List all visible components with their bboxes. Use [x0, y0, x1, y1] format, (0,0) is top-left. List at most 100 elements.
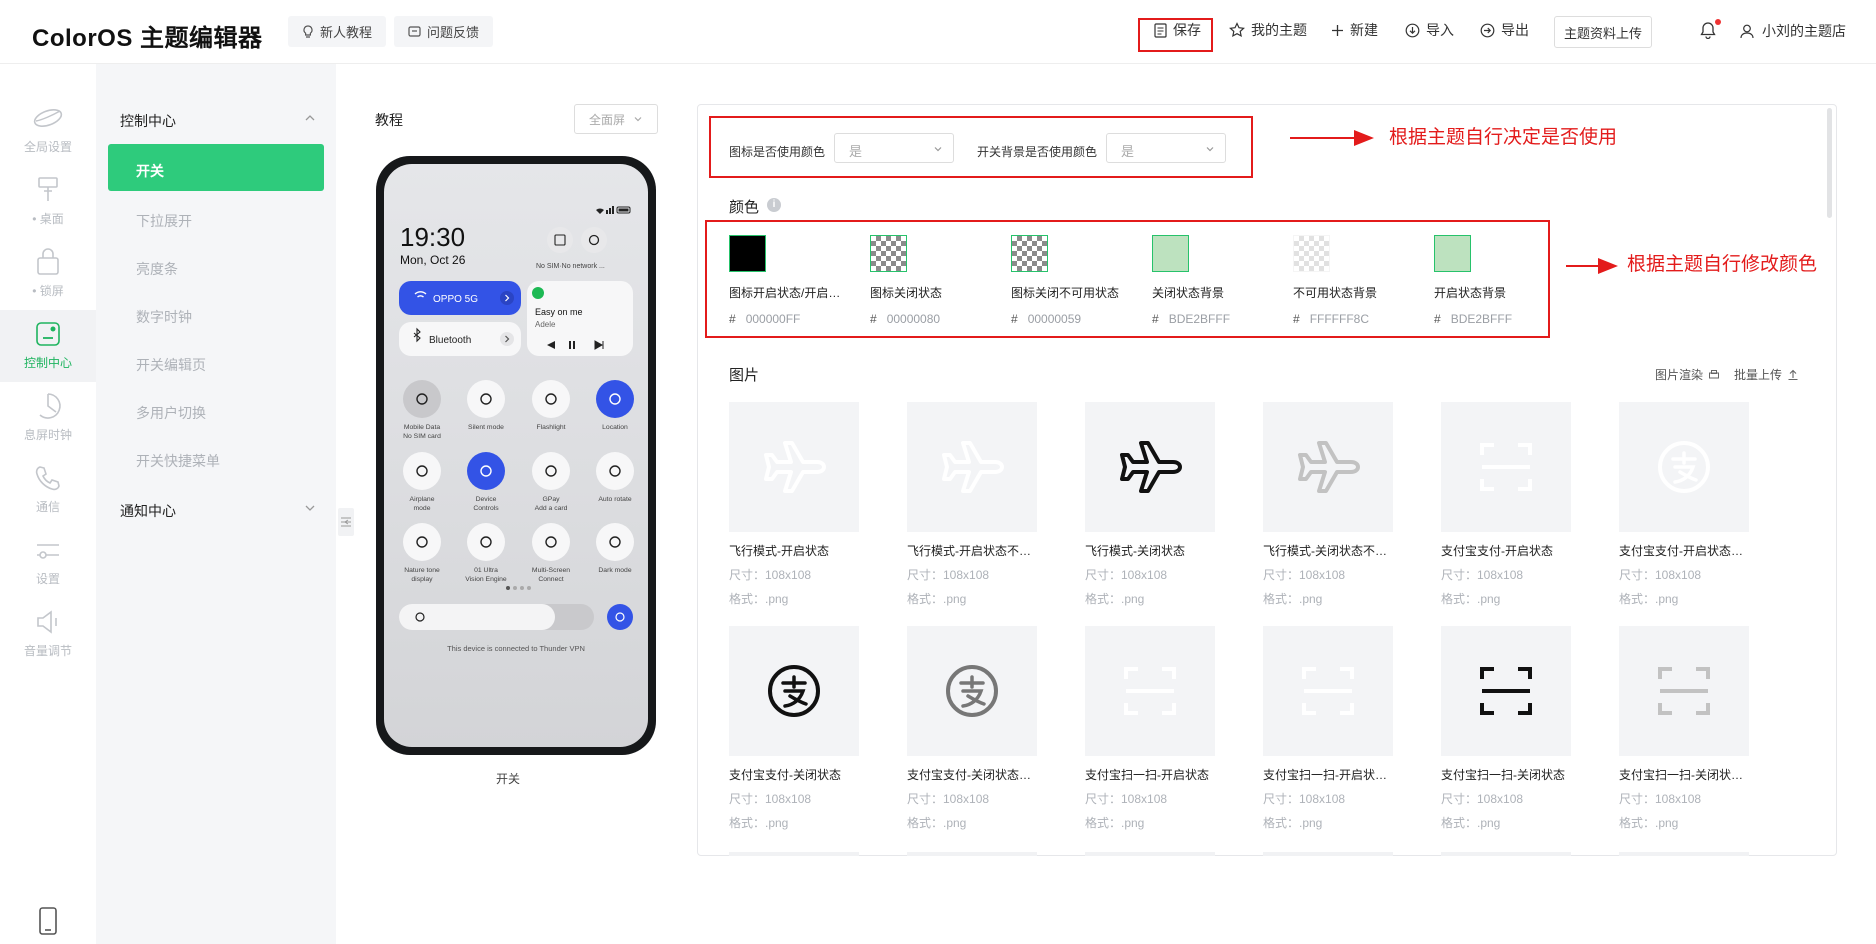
new-button[interactable]: 新建 [1331, 20, 1378, 40]
image-thumbnail[interactable] [729, 402, 859, 532]
image-card[interactable]: 支付宝支付-关闭状态不可用尺寸：108x108 格式：.png [907, 626, 1037, 831]
color-item[interactable]: 关闭状态背景 # BDE2BFFF [1152, 235, 1282, 326]
status-icons [596, 206, 631, 214]
upload-materials-button[interactable]: 主题资料上传 [1554, 16, 1652, 48]
image-card[interactable]: 支付宝扫一扫-开启状态 尺寸：108x108 格式：.png [1085, 626, 1215, 831]
bg-color-select[interactable]: 是 [1106, 133, 1226, 163]
rail-item-volume[interactable]: 音量调节 [0, 598, 96, 670]
image-card[interactable]: 飞行模式-关闭状态不可用 尺寸：108x108 格式：.png [1263, 402, 1393, 607]
image-thumbnail[interactable] [729, 626, 859, 756]
image-card[interactable]: 飞行模式-开启状态 尺寸：108x108 格式：.png [729, 402, 859, 607]
image-card[interactable]: 支付宝扫一扫-开启状态不可用尺寸：108x108 格式：.png [1263, 626, 1393, 831]
rail-item-global[interactable]: 全局设置 [0, 94, 96, 166]
image-size: 尺寸：108x108 [729, 568, 812, 582]
icon-color-select[interactable]: 是 [834, 133, 954, 163]
bell-icon[interactable] [1700, 21, 1716, 39]
annotation-colors: 根据主题自行修改颜色 [1627, 254, 1818, 275]
guide-button[interactable]: 新人教程 [288, 16, 387, 47]
store-menu[interactable]: 小刘的主题店 [1740, 21, 1846, 41]
image-thumbnail[interactable] [1263, 626, 1393, 756]
sidebar-group-notification-center[interactable]: 通知中心 [120, 501, 176, 521]
image-render-button[interactable]: 图片渲染 [1655, 366, 1720, 383]
sidebar-item[interactable]: 亮度条 [136, 259, 178, 279]
image-card[interactable]: 飞行模式-开启状态不可用 尺寸：108x108 格式：.png [907, 402, 1037, 607]
image-thumbnail[interactable] [1441, 402, 1571, 532]
bg-color-label: 开关背景是否使用颜色 [977, 145, 1098, 159]
import-label: 导入 [1426, 22, 1454, 38]
color-item[interactable]: 图标关闭状态 #00000080 [870, 235, 1000, 326]
image-thumbnail[interactable] [907, 402, 1037, 532]
color-swatch[interactable] [870, 235, 907, 272]
image-card[interactable]: 支付宝支付-关闭状态 尺寸：108x108 格式：.png [729, 626, 859, 831]
image-card[interactable]: 飞行模式-关闭状态 尺寸：108x108 格式：.png [1085, 402, 1215, 607]
image-format: 格式：.png [729, 592, 789, 606]
sidebar-collapse-handle[interactable] [338, 508, 354, 536]
device-icon[interactable] [34, 906, 62, 936]
settings-slider-icon [37, 544, 59, 559]
color-item[interactable]: 图标关闭不可用状态 #00000059 [1011, 235, 1141, 326]
sidebar-group-control-center[interactable]: 控制中心 [120, 111, 176, 131]
sidebar-item[interactable]: 数字时钟 [136, 307, 192, 327]
color-hex-field[interactable]: #00000080 [870, 312, 1000, 326]
rail-item-aod-clock[interactable]: 息屏时钟 [0, 382, 96, 454]
image-card[interactable]: 支付宝扫一扫-关闭状态 尺寸：108x108 格式：.png [1441, 626, 1571, 831]
color-swatch[interactable] [1011, 235, 1048, 272]
info-icon[interactable]: i [767, 198, 781, 212]
image-size: 尺寸：108x108 [1085, 568, 1168, 582]
quick-tile [467, 523, 505, 561]
feedback-icon [408, 25, 421, 37]
chevron-down-icon[interactable] [304, 502, 316, 514]
color-swatch[interactable] [729, 235, 766, 272]
import-button[interactable]: 导入 [1405, 20, 1454, 40]
color-item[interactable]: 图标开启状态/开启状态 #000000FF [729, 235, 859, 326]
rail-item-communication[interactable]: 通信 [0, 454, 96, 526]
screen-type-select[interactable]: 全面屏 [574, 104, 658, 134]
hash-prefix: # [1434, 312, 1441, 326]
color-swatch[interactable] [1152, 235, 1189, 272]
quick-tile [532, 380, 570, 418]
sidebar-item[interactable]: 开关编辑页 [136, 355, 206, 375]
guide-label: 新人教程 [320, 25, 373, 40]
hash-prefix: # [1293, 312, 1300, 326]
color-hex-field[interactable]: # BDE2BFFF [1434, 312, 1564, 326]
feedback-button[interactable]: 问题反馈 [394, 16, 494, 47]
chevron-up-icon[interactable] [304, 112, 316, 124]
color-hex-field[interactable]: #000000FF [729, 312, 859, 326]
sidebar-item[interactable]: 下拉展开 [136, 211, 192, 231]
image-thumbnail[interactable] [1085, 626, 1215, 756]
image-thumbnail[interactable] [1441, 626, 1571, 756]
image-card[interactable]: 支付宝扫一扫-关闭状态不可用尺寸：108x108 格式：.png [1619, 626, 1749, 831]
image-thumbnail[interactable] [1085, 402, 1215, 532]
sidebar-item[interactable]: 开关快捷菜单 [136, 451, 220, 471]
color-swatch[interactable] [1434, 235, 1471, 272]
color-hex-field[interactable]: #00000059 [1011, 312, 1141, 326]
rail-item-lockscreen[interactable]: • 锁屏 [0, 238, 96, 310]
image-row-partial [1085, 852, 1215, 856]
save-button[interactable]: 保存 [1154, 20, 1201, 40]
chevron-down-icon [934, 147, 942, 152]
my-themes-button[interactable]: 我的主题 [1229, 20, 1307, 40]
sidebar-item[interactable]: 多用户切换 [136, 403, 206, 423]
annotation-arrow [1290, 130, 1374, 146]
image-card[interactable]: 支付宝支付-开启状态 尺寸：108x108 格式：.png [1441, 402, 1571, 607]
image-thumbnail[interactable] [907, 626, 1037, 756]
sidebar-item-switch[interactable]: 开关 [108, 144, 324, 191]
batch-upload-label: 批量上传 [1734, 368, 1783, 382]
image-card[interactable]: 支付宝支付-开启状态不可用尺寸：108x108 格式：.png [1619, 402, 1749, 607]
image-thumbnail[interactable] [1619, 626, 1749, 756]
hash-prefix: # [1011, 312, 1018, 326]
batch-upload-button[interactable]: 批量上传 [1734, 366, 1799, 383]
panel-scrollbar[interactable] [1827, 108, 1832, 218]
image-thumbnail[interactable] [1619, 402, 1749, 532]
export-button[interactable]: 导出 [1480, 20, 1529, 40]
color-hex-field[interactable]: # FFFFFF8C [1293, 312, 1423, 326]
rail-item-desktop[interactable]: • 桌面 [0, 166, 96, 238]
rail-item-control-center[interactable]: 控制中心 [0, 310, 96, 382]
color-item[interactable]: 开启状态背景 # BDE2BFFF [1434, 235, 1564, 326]
color-hex-field[interactable]: # BDE2BFFF [1152, 312, 1282, 326]
color-name: 开启状态背景 [1434, 286, 1507, 300]
image-thumbnail[interactable] [1263, 402, 1393, 532]
color-item[interactable]: 不可用状态背景 # FFFFFF8C [1293, 235, 1423, 326]
color-swatch[interactable] [1293, 235, 1330, 272]
rail-item-settings[interactable]: 设置 [0, 526, 96, 598]
